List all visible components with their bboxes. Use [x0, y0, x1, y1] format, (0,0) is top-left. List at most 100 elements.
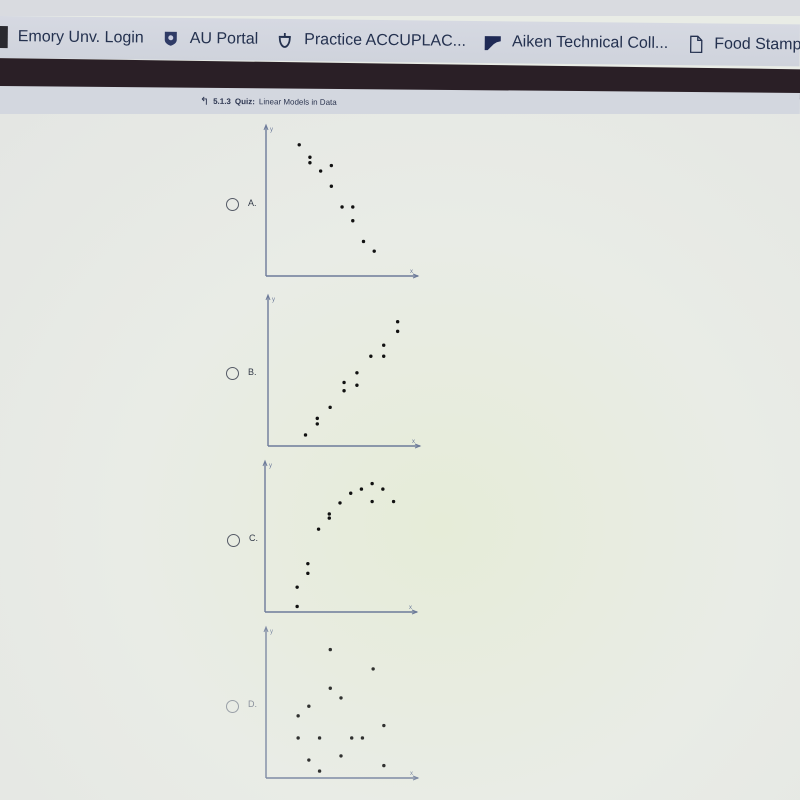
quiz-breadcrumb: ↰ 5.1.3 Quiz: Linear Models in Data	[200, 95, 337, 109]
scatter-svg: yx	[263, 123, 420, 279]
data-point	[329, 163, 334, 168]
radio-button-d[interactable]	[226, 700, 239, 713]
quiz-number: 5.1.3	[213, 96, 231, 107]
data-point	[315, 416, 319, 421]
data-point	[349, 491, 353, 495]
data-point	[382, 763, 386, 768]
data-point	[308, 161, 312, 165]
data-point	[318, 169, 323, 173]
data-point	[329, 184, 334, 188]
data-point	[307, 758, 311, 762]
acorn-icon	[276, 31, 294, 49]
scatter-svg: yx	[265, 293, 422, 449]
data-point	[342, 380, 346, 385]
data-point	[317, 736, 322, 740]
data-point	[382, 343, 386, 347]
data-point	[382, 723, 386, 728]
data-point	[355, 371, 359, 375]
bookmark-emory-login[interactable]: Emory Unv. Login	[0, 25, 144, 50]
data-point	[306, 571, 310, 576]
data-point	[327, 512, 331, 516]
data-point	[395, 320, 400, 324]
data-point	[395, 329, 400, 334]
shield-icon	[162, 30, 180, 48]
back-arrow-icon[interactable]: ↰	[200, 95, 209, 108]
data-point	[328, 647, 332, 652]
data-point	[355, 383, 359, 387]
x-axis-label: x	[410, 269, 413, 275]
y-axis-label: y	[272, 297, 275, 303]
option-letter: A.	[248, 198, 257, 208]
data-point	[369, 354, 373, 358]
radio-button-c[interactable]	[227, 534, 240, 547]
data-point	[370, 499, 374, 504]
radio-button-a[interactable]	[226, 198, 239, 211]
bookmark-label: Practice ACCUPLAC...	[304, 31, 467, 50]
scatter-svg: yx	[262, 459, 419, 615]
data-point	[306, 561, 310, 566]
data-point	[297, 143, 301, 147]
data-point	[382, 354, 386, 358]
y-axis-label: y	[270, 127, 273, 133]
document-icon	[686, 35, 704, 54]
bookmark-label: AU Portal	[189, 29, 259, 48]
data-point	[339, 696, 343, 700]
data-point	[328, 686, 332, 690]
data-point	[303, 433, 308, 437]
x-axis-label: x	[410, 771, 413, 777]
data-point	[295, 604, 299, 609]
data-point	[296, 736, 300, 740]
question-content: A. yx B. yx C. yx D. yx	[0, 114, 800, 800]
x-axis-label: x	[409, 605, 412, 611]
scatter-svg: yx	[263, 625, 420, 781]
data-point	[315, 422, 319, 426]
data-point	[351, 205, 355, 209]
scatter-plot-a: yx	[262, 123, 422, 284]
data-point	[350, 736, 354, 740]
data-point	[359, 487, 364, 491]
scatter-plot-d: yx	[262, 625, 422, 786]
data-point	[296, 714, 300, 718]
data-point	[372, 249, 376, 253]
data-point	[317, 769, 322, 773]
bookmark-edge-icon	[0, 25, 8, 49]
option-letter: C.	[249, 533, 258, 543]
college-logo-icon	[484, 33, 502, 51]
bookmark-au-portal[interactable]: AU Portal	[162, 29, 259, 49]
data-point	[351, 219, 355, 223]
option-letter: B.	[248, 367, 257, 377]
bookmark-practice-accuplacer[interactable]: Practice ACCUPLAC...	[276, 31, 466, 51]
option-letter: D.	[248, 699, 257, 709]
scatter-plot-b: yx	[264, 293, 424, 454]
data-point	[308, 155, 312, 159]
data-point	[338, 501, 342, 505]
data-point	[295, 585, 299, 589]
bookmark-label: Aiken Technical Coll...	[511, 33, 669, 52]
scatter-plot-c: yx	[261, 459, 421, 620]
y-axis-label: y	[270, 629, 273, 635]
x-axis-label: x	[412, 439, 415, 445]
data-point	[360, 736, 365, 740]
data-point	[371, 667, 375, 671]
data-point	[340, 205, 344, 209]
data-point	[391, 499, 396, 504]
data-point	[381, 487, 385, 491]
address-bar-strip	[0, 0, 800, 16]
data-point	[328, 405, 332, 410]
y-axis-label: y	[269, 463, 272, 469]
bookmark-label: Food Stamps	[714, 35, 800, 54]
radio-button-b[interactable]	[226, 367, 239, 380]
data-point	[361, 239, 366, 244]
bookmark-food-stamps[interactable]: Food Stamps	[686, 35, 800, 54]
data-point	[307, 704, 311, 708]
data-point	[339, 754, 343, 758]
bookmark-aiken-technical[interactable]: Aiken Technical Coll...	[484, 33, 668, 53]
data-point	[316, 527, 321, 531]
bookmarks-bar: Emory Unv. Login AU Portal Practice ACCU…	[0, 16, 800, 67]
data-point	[342, 389, 346, 393]
data-point	[327, 516, 331, 520]
data-point	[370, 481, 374, 486]
quiz-label: Quiz:	[234, 97, 255, 107]
quiz-title: Linear Models in Data	[258, 97, 337, 107]
bookmark-label: Emory Unv. Login	[17, 28, 144, 47]
